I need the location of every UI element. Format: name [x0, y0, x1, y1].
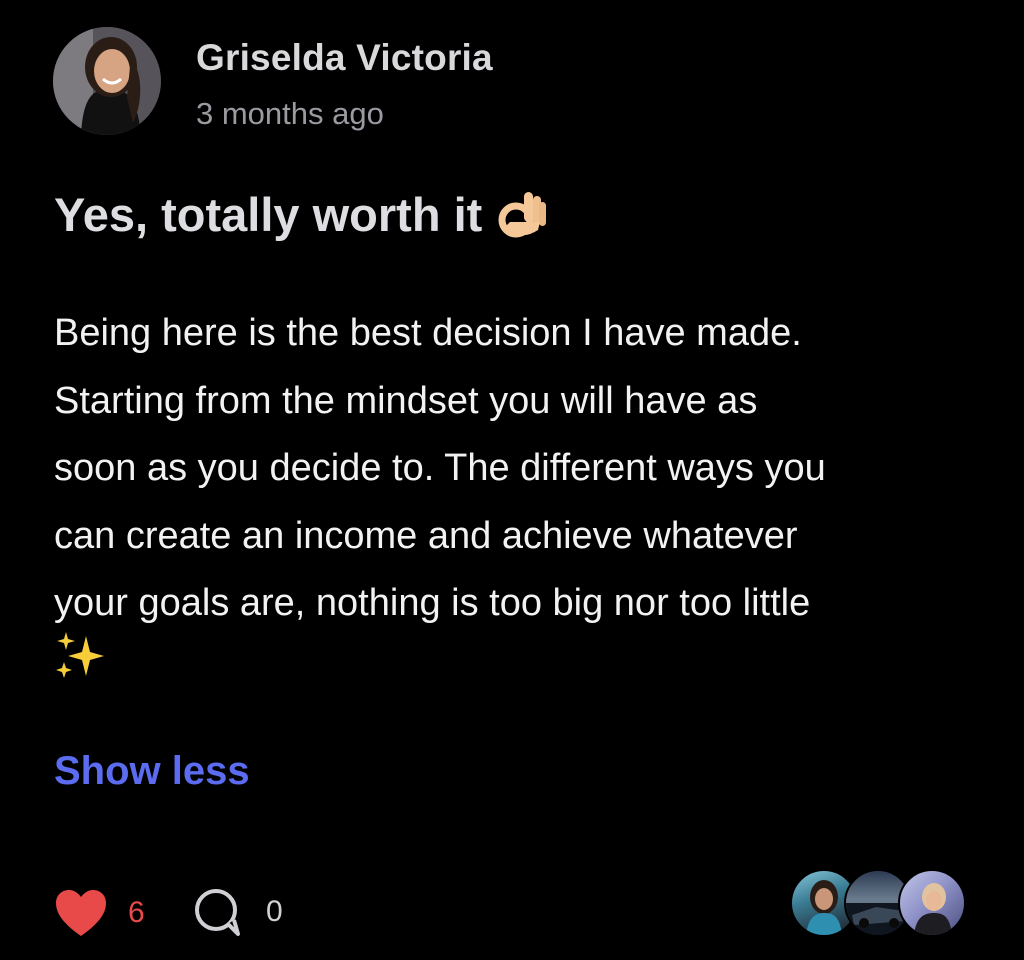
ok-hand-icon	[496, 186, 548, 242]
post-body-line: soon as you decide to. The different way…	[54, 447, 826, 489]
author-avatar[interactable]	[53, 27, 161, 135]
sparkles-icon	[54, 630, 106, 682]
post-title: Yes, totally worth it	[54, 186, 548, 242]
post-title-text: Yes, totally worth it	[54, 187, 483, 241]
post-timestamp: 3 months ago	[196, 96, 384, 131]
comment-icon	[195, 889, 240, 936]
post-body-line: your goals are, nothing is too big nor t…	[54, 582, 811, 624]
post-body-line: can create an income and achieve whateve…	[54, 514, 798, 557]
post-card: Griselda Victoria 3 months ago Yes, tota…	[0, 0, 1024, 960]
like-button[interactable]: 6	[54, 888, 145, 938]
post-body: Being here is the best decision I have m…	[54, 300, 984, 638]
reactor-avatars[interactable]	[790, 869, 966, 937]
author-name[interactable]: Griselda Victoria	[196, 37, 493, 79]
heart-icon	[56, 890, 106, 936]
comment-button[interactable]: 0	[192, 886, 283, 938]
like-count: 6	[128, 896, 145, 929]
post-footer: 6 0	[54, 869, 974, 944]
show-less-link[interactable]: Show less	[54, 749, 250, 794]
comment-count: 0	[266, 895, 283, 928]
post-body-line: Being here is the best decision I have m…	[54, 312, 802, 354]
reactor-avatar[interactable]	[898, 869, 966, 937]
post-body-line: Starting from the mindset you will have …	[54, 379, 758, 422]
